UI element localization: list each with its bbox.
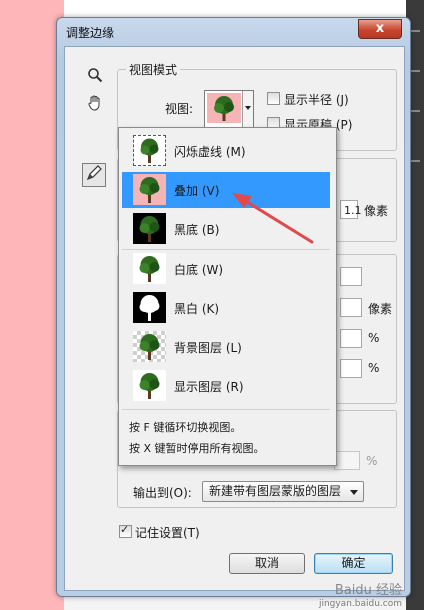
- annotation-arrow: [232, 193, 314, 244]
- baidu-watermark-url: jingyan.baidu.com: [318, 599, 402, 609]
- baidu-watermark: Baidu 经验: [334, 583, 402, 598]
